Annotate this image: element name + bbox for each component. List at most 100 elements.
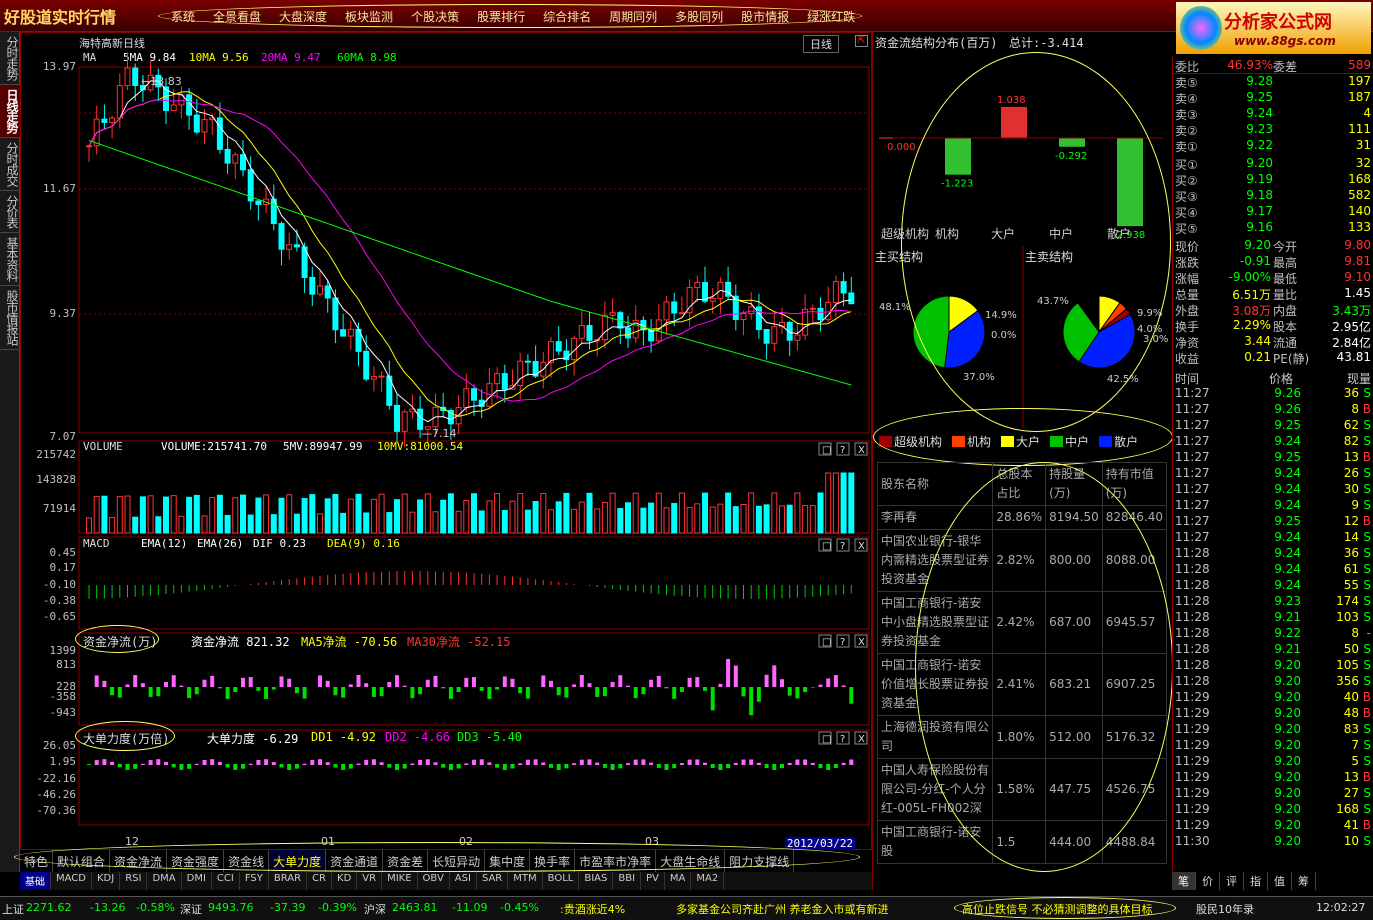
indicator-tab[interactable]: 资金强度 <box>167 850 225 872</box>
table-row[interactable]: 上海德润投资有限公司 1.80% 512.00 5176.32 <box>876 715 1168 759</box>
quote-tab[interactable]: 笔 <box>1172 872 1196 890</box>
menu-item[interactable]: 个股决策 <box>402 8 468 25</box>
tick-price: 9.25 <box>1274 450 1301 464</box>
tick-volume: 9 <box>1351 498 1359 512</box>
big-order-bar <box>233 764 238 770</box>
indicator-tab[interactable]: 资金差 <box>383 850 429 872</box>
indicator-tab[interactable]: 默认组合 <box>53 850 111 872</box>
menu-item[interactable]: 股票排行 <box>468 8 534 25</box>
ticks-header: 时间 <box>1175 372 1200 386</box>
table-row[interactable]: 李再春 28.86% 8194.50 82846.40 <box>876 505 1168 530</box>
menu-item[interactable]: 多股同列 <box>666 8 732 25</box>
indicator-tab[interactable]: 大单力度 <box>269 850 327 872</box>
y-axis-label: 0.17 <box>49 561 77 574</box>
index-tab[interactable]: DMI <box>182 872 212 890</box>
big-order-bar <box>726 764 731 769</box>
quote-tab[interactable]: 评 <box>1220 872 1244 890</box>
table-cell: 8194.50 <box>1045 505 1103 530</box>
fund-bar <box>302 687 307 699</box>
left-tab[interactable]: 基本资料 <box>0 233 20 286</box>
menu-item[interactable]: 全景看盘 <box>204 8 270 25</box>
indicator-tab[interactable]: 市盈率市净率 <box>575 850 657 872</box>
index-tab[interactable]: MTM <box>508 872 543 890</box>
quote-row: 总量 6.51万 量比 1.45 <box>1173 286 1373 302</box>
tick-price: 9.24 <box>1274 578 1301 592</box>
menu-item[interactable]: 周期同列 <box>600 8 666 25</box>
indicator-tab[interactable]: 换手率 <box>530 850 576 872</box>
index-tab[interactable]: OBV <box>418 872 450 890</box>
high-price-label: ←13.83 <box>141 75 182 88</box>
indicator-tab[interactable]: 资金净流 <box>110 850 168 872</box>
volume-bar <box>524 509 531 534</box>
indicator-tab[interactable]: 资金线 <box>224 850 270 872</box>
index-tab[interactable]: RSI <box>120 872 148 890</box>
news-ticker-2[interactable]: 多家基金公司齐赴广州 养老金入市或有新进 <box>676 901 889 917</box>
menu-item[interactable]: 大盘深度 <box>270 8 336 25</box>
table-row[interactable]: 中国工商银行-诺安中小盘精选股票型证券投资基金 2.42% 687.00 6945.5… <box>876 591 1168 654</box>
index-tab[interactable]: VR <box>357 872 383 890</box>
indicator-tab[interactable]: 长短异动 <box>428 850 486 872</box>
quote-tab[interactable]: 筹 <box>1292 872 1316 890</box>
tick-side: S <box>1363 834 1371 848</box>
menu-item[interactable]: 股市情报 <box>732 8 798 25</box>
menu-item[interactable]: 系统 <box>162 8 204 25</box>
left-tab[interactable]: 股市情报站 <box>0 286 20 350</box>
indicator-tab[interactable]: 大盘生命线 <box>656 850 726 872</box>
left-tab[interactable]: 分时成交 <box>0 138 20 191</box>
quote-tab[interactable]: 指 <box>1244 872 1268 890</box>
index-tab[interactable]: FSY <box>240 872 269 890</box>
quote-tab[interactable]: 值 <box>1268 872 1292 890</box>
candle-body <box>578 325 585 339</box>
index-tab[interactable]: SAR <box>477 872 509 890</box>
stat-label: 换手 <box>1175 320 1200 334</box>
volume-bar <box>686 506 693 534</box>
legend-swatch <box>1050 435 1064 447</box>
table-row[interactable]: 中国工商银行-诺安价值增长股票证券投资基金 2.41% 683.21 6907.25 <box>876 653 1168 716</box>
left-tab[interactable]: 日线走势 <box>0 85 20 138</box>
table-row[interactable]: 中国工商银行-诺安股 1.5 444.00 4488.84 <box>876 820 1168 864</box>
big-order-bar <box>225 764 230 768</box>
stat-value: 1.45 <box>1344 286 1371 300</box>
left-tab[interactable]: 分价表 <box>0 191 20 233</box>
news-ticker-1[interactable]: :贵酒涨近4% <box>560 901 625 917</box>
pie-label: 14.9% <box>985 310 1017 321</box>
index-tab[interactable]: MA <box>665 872 692 890</box>
index-tab[interactable]: MACD <box>51 872 92 890</box>
left-tab[interactable]: 分时走势 <box>0 32 20 85</box>
indicator-tab[interactable]: 阻力支撑线 <box>725 850 795 872</box>
index-tab[interactable]: MIKE <box>382 872 418 890</box>
bid-price: 9.17 <box>1246 204 1273 218</box>
candle-body <box>771 326 778 344</box>
indicator-tab[interactable]: 集中度 <box>485 850 531 872</box>
table-row[interactable]: 中国农业银行-银华内需精选股票型证券投资基金 2.82% 800.00 8088.00 <box>876 529 1168 592</box>
volume-bar <box>324 498 331 534</box>
menu-item[interactable]: 综合排名 <box>534 8 600 25</box>
index-tab[interactable]: BOLL <box>543 872 580 890</box>
quote-tab[interactable]: 价 <box>1196 872 1220 890</box>
news-ticker-3[interactable]: 高位止跌信号 不必猜测调整的具体目标 <box>962 901 1153 917</box>
indicator-tab[interactable]: 特色 <box>20 850 54 872</box>
index-tab[interactable]: KDJ <box>92 872 121 890</box>
index-tab[interactable]: DMA <box>147 872 182 890</box>
indicator-tab[interactable]: 资金通道 <box>326 850 384 872</box>
quote-row: 11:29 9.20 48 B <box>1173 706 1373 722</box>
index-tab[interactable]: PV <box>641 872 665 890</box>
index-tab[interactable]: MA2 <box>691 872 725 890</box>
index-tab[interactable]: BIAS <box>579 872 614 890</box>
y-axis-label: -22.16 <box>36 772 76 785</box>
index-tab[interactable]: ASI <box>450 872 477 890</box>
index-tab[interactable]: CCI <box>212 872 240 890</box>
menu-item[interactable]: 板块监测 <box>336 8 402 25</box>
index-tab[interactable]: CR <box>307 872 333 890</box>
menu-item[interactable]: 绿涨红跌 <box>798 8 864 25</box>
index-tab[interactable]: 基础 <box>20 872 51 890</box>
index-tab[interactable]: BBI <box>613 872 642 890</box>
table-row[interactable]: 中国人寿保险股份有限公司-分红-个人分红-005L-FH002深 1.58% 447… <box>876 758 1168 821</box>
fund-bar <box>726 658 731 687</box>
macd-ema26: EMA(26) <box>197 537 244 550</box>
index-tab[interactable]: KD <box>332 872 358 890</box>
fund-bar <box>418 687 423 695</box>
sh-index-pct: -0.58% <box>136 901 175 914</box>
volume-bar <box>702 492 708 534</box>
index-tab[interactable]: BRAR <box>269 872 308 890</box>
